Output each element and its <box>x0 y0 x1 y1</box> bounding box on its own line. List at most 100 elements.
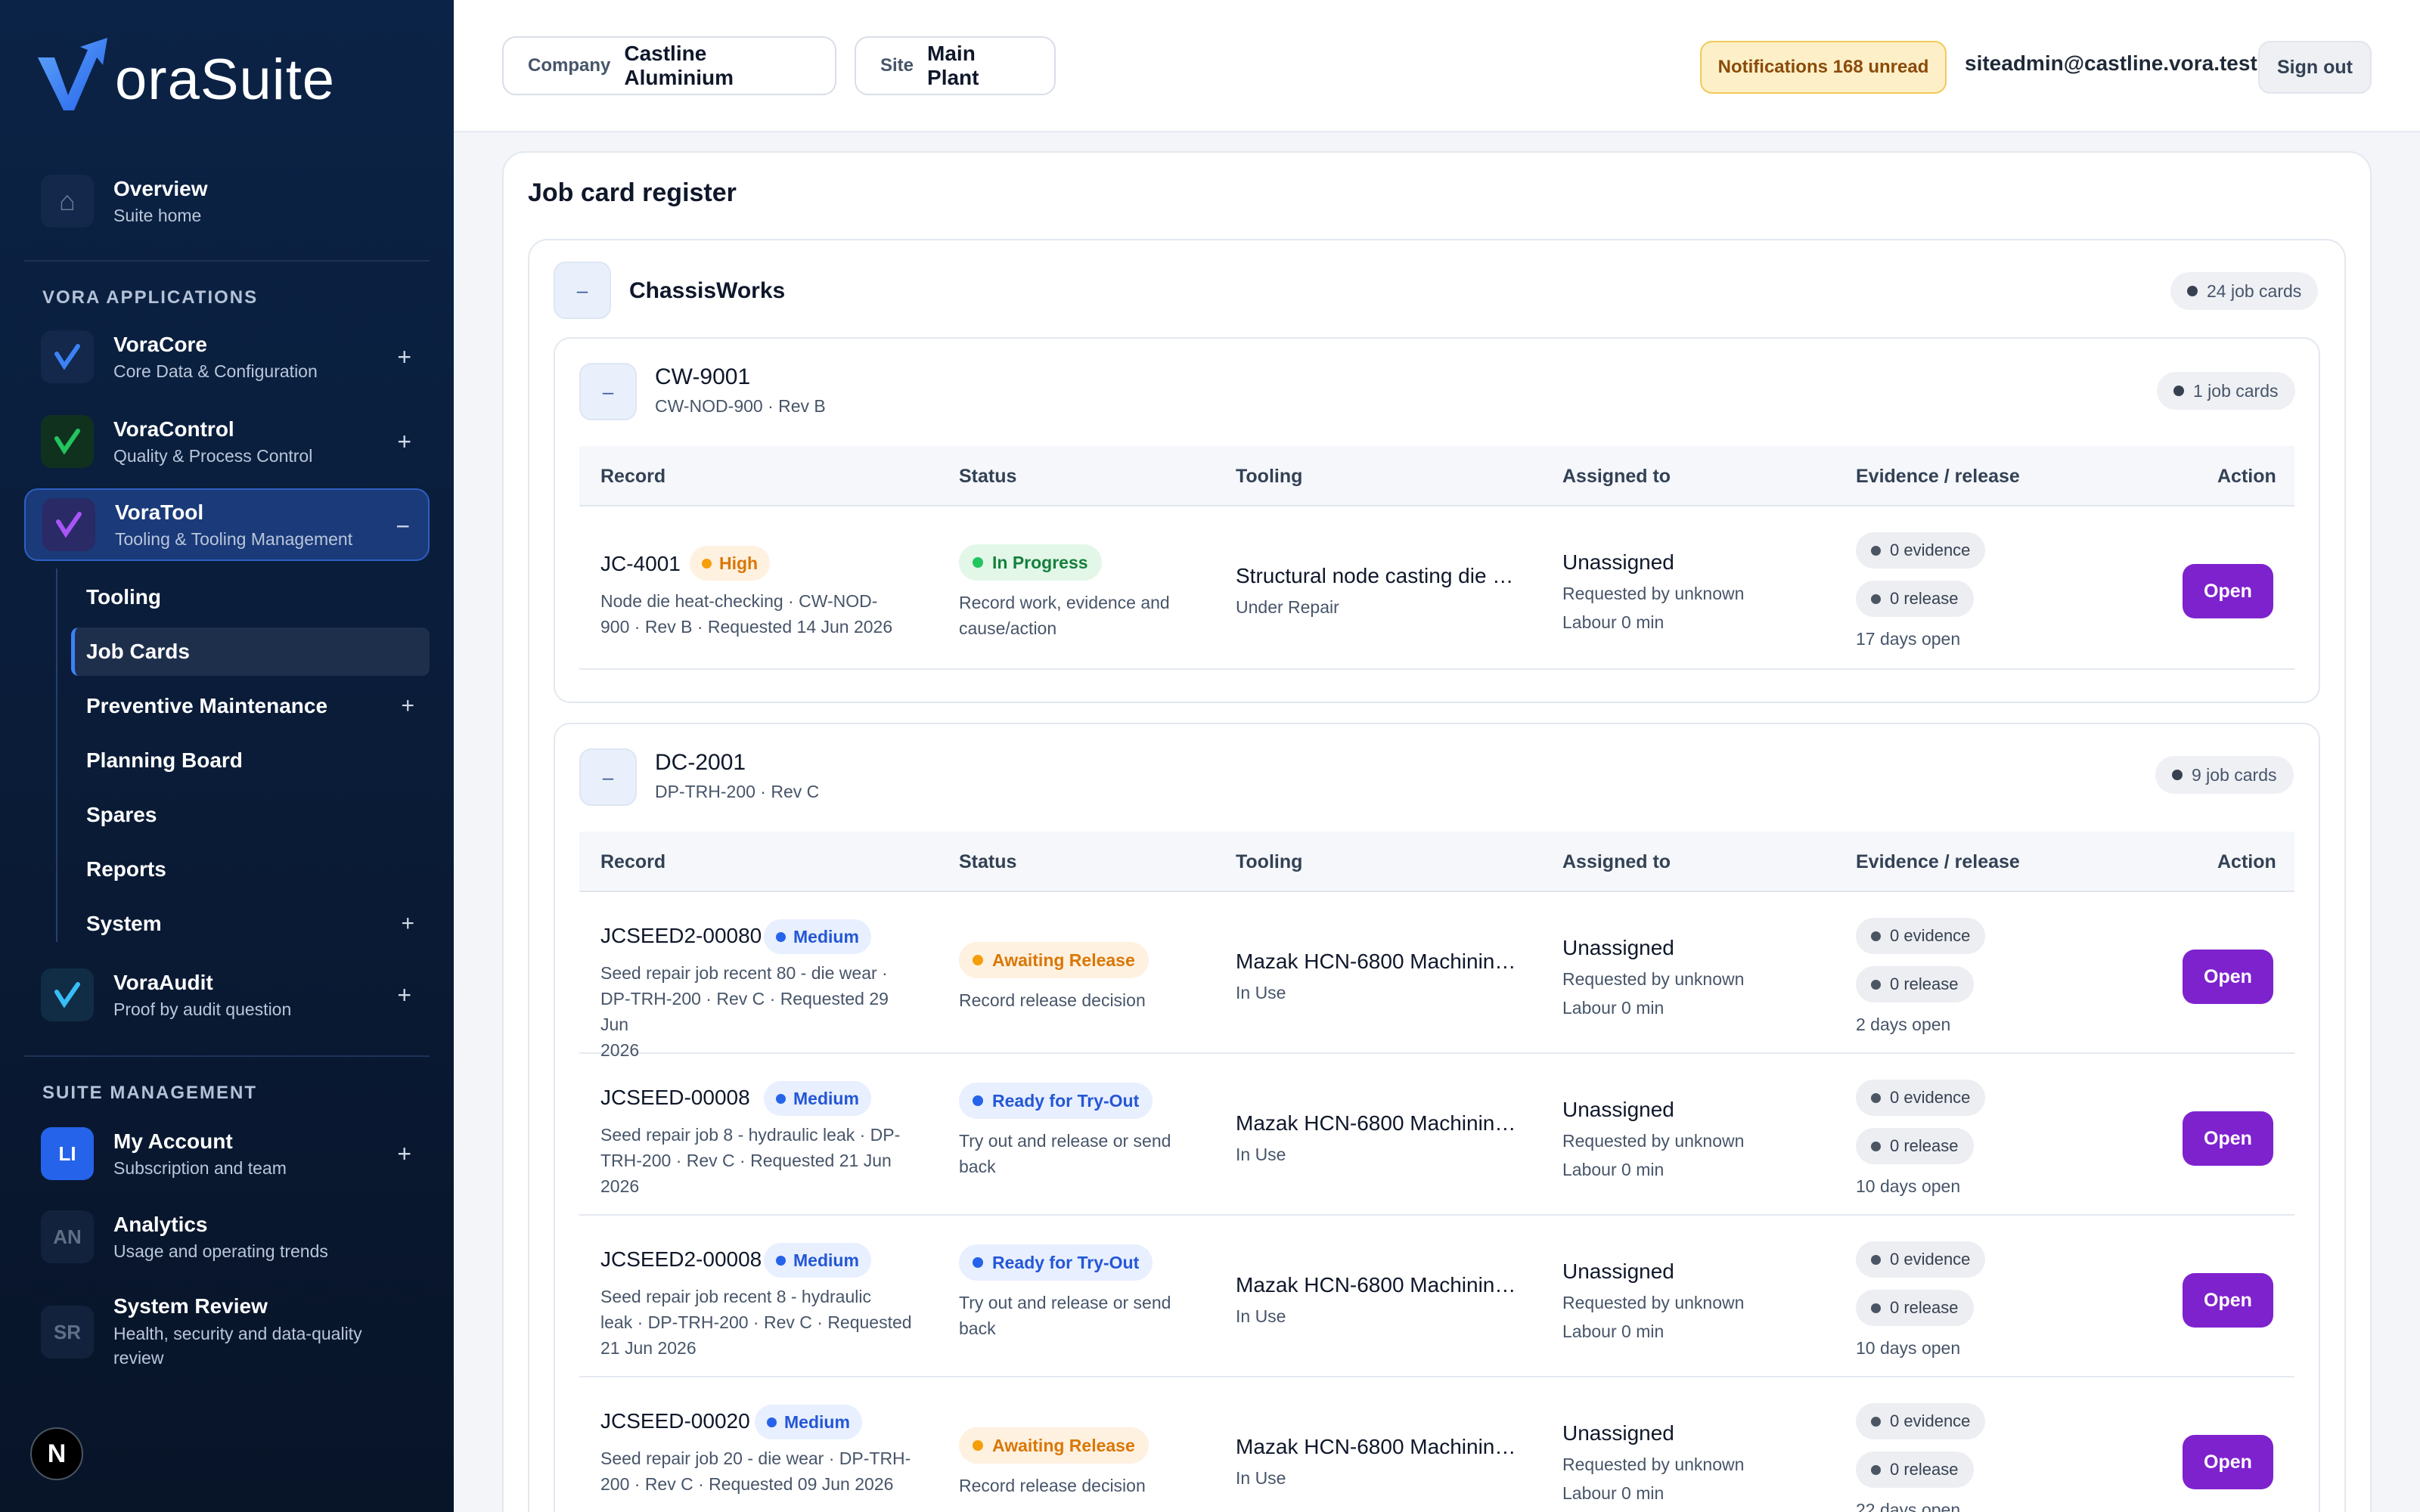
sidebar-item-planning-board[interactable]: Planning Board <box>71 736 430 785</box>
tooling-name[interactable]: Mazak HCN-6800 Machinin… <box>1236 1273 1523 1297</box>
record-description: Seed repair job 8 - hydraulic leak · DP-… <box>600 1122 918 1199</box>
evidence-dot <box>1871 545 1881 556</box>
release-dot <box>1871 979 1881 990</box>
priority-text: Medium <box>784 1411 850 1432</box>
desc-line: Seed repair job recent 8 - hydraulic <box>600 1287 871 1306</box>
next-dev-badge[interactable]: N <box>30 1427 83 1480</box>
sign-out-button[interactable]: Sign out <box>2258 41 2372 94</box>
note-line: back <box>959 1157 996 1176</box>
record-description: Seed repair job recent 8 - hydraulic lea… <box>600 1284 918 1361</box>
tooling-state: In Use <box>1236 1468 1286 1488</box>
desc-line: leak · DP-TRH-200 · Rev C · Requested <box>600 1312 912 1332</box>
vora-logo-mark-icon <box>38 38 107 110</box>
evidence-dot <box>1871 1092 1881 1103</box>
nav-overview[interactable]: ⌂ Overview Suite home <box>24 165 430 237</box>
company-selector[interactable]: Company Castline Aluminium <box>502 36 836 95</box>
section-suite-management: SUITE MANAGEMENT <box>42 1083 257 1103</box>
assigned-to: Unassigned <box>1562 1098 1674 1121</box>
record-id[interactable]: JCSEED-00008 <box>600 1086 750 1110</box>
expand-icon[interactable]: + <box>397 1140 411 1168</box>
days-open: 10 days open <box>1856 1338 1961 1358</box>
priority-badge: Medium <box>764 1243 871 1278</box>
desc-line: 900 · Rev B · Requested 14 Jun 2026 <box>600 617 893 637</box>
collapse-group-button[interactable]: – <box>554 262 611 319</box>
vorasuite-logo[interactable]: oraSuite <box>35 36 335 112</box>
nav-voracore-title: VoraCore <box>113 332 207 356</box>
nav-my-account-title: My Account <box>113 1129 233 1153</box>
count-dot <box>2173 386 2184 396</box>
company-value: Castline Aluminium <box>624 42 734 89</box>
nav-voracore[interactable]: VoraCore Core Data & Configuration + <box>24 321 430 393</box>
tooling-name[interactable]: Mazak HCN-6800 Machinin… <box>1236 950 1523 974</box>
sidebar: oraSuite ⌂ Overview Suite home VORA APPL… <box>0 0 454 1512</box>
expand-icon[interactable]: + <box>401 693 414 719</box>
priority-dot <box>767 1417 777 1427</box>
record-id[interactable]: JCSEED-00020 <box>600 1409 750 1433</box>
expand-icon[interactable]: + <box>397 981 411 1009</box>
sidebar-item-reports[interactable]: Reports <box>71 845 430 894</box>
tooling-name[interactable]: Mazak HCN-6800 Machinin… <box>1236 1111 1523 1136</box>
group-name: ChassisWorks <box>629 278 786 303</box>
expand-icon[interactable]: + <box>397 428 411 456</box>
nav-my-account[interactable]: LI My Account Subscription and team + <box>24 1117 430 1190</box>
nav-system-review[interactable]: SR System Review Health, security and da… <box>24 1294 430 1370</box>
assigned-to: Unassigned <box>1562 1259 1674 1283</box>
note-line: Record release decision <box>959 990 1146 1010</box>
labour-time: Labour 0 min <box>1562 1160 1665 1179</box>
desc-line: Seed repair job 20 - die wear · DP-TRH- <box>600 1448 911 1468</box>
release-text: 0 release <box>1890 974 1959 993</box>
site-selector[interactable]: Site Main Plant <box>855 36 1056 95</box>
assigned-to: Unassigned <box>1562 550 1674 574</box>
nav-voraaudit[interactable]: VoraAudit Proof by audit question + <box>24 959 430 1031</box>
nav-voratool[interactable]: VoraTool Tooling & Tooling Management − <box>24 488 430 561</box>
collapse-die-button[interactable]: – <box>579 748 637 806</box>
voracontrol-check-icon <box>41 415 94 468</box>
nav-analytics[interactable]: AN Analytics Usage and operating trends <box>24 1201 430 1273</box>
open-button[interactable]: Open <box>2183 950 2273 1004</box>
record-id[interactable]: JCSEED2-00080 <box>600 924 762 948</box>
status-dot <box>973 1257 983 1268</box>
priority-dot <box>702 558 712 569</box>
status-note: Try out and release or send back <box>959 1290 1208 1341</box>
evidence-text: 0 evidence <box>1890 1250 1971 1269</box>
labour-time: Labour 0 min <box>1562 1483 1665 1503</box>
sidebar-item-job-cards[interactable]: Job Cards <box>71 627 430 676</box>
nav-voracore-subtitle: Core Data & Configuration <box>113 361 318 381</box>
open-button[interactable]: Open <box>2183 1435 2273 1489</box>
evidence-text: 0 evidence <box>1890 541 1971 559</box>
priority-dot <box>776 1093 786 1104</box>
open-button[interactable]: Open <box>2183 564 2273 618</box>
tooling-state: In Use <box>1236 1145 1286 1164</box>
sidebar-item-preventive-maintenance[interactable]: Preventive Maintenance + <box>71 682 430 730</box>
status-dot <box>973 1440 983 1451</box>
sidebar-item-spares[interactable]: Spares <box>71 791 430 839</box>
open-button[interactable]: Open <box>2183 1111 2273 1166</box>
sidebar-item-tooling[interactable]: Tooling <box>71 573 430 621</box>
expand-icon[interactable]: + <box>397 343 411 371</box>
nav-voratool-title: VoraTool <box>115 500 204 524</box>
release-text: 0 release <box>1890 1460 1959 1479</box>
col-action: Action <box>2217 466 2276 487</box>
record-id[interactable]: JCSEED2-00008 <box>600 1247 762 1272</box>
notifications-button[interactable]: Notifications 168 unread <box>1700 41 1947 94</box>
collapse-icon[interactable]: − <box>396 513 410 541</box>
sidebar-divider <box>24 1055 430 1057</box>
col-record: Record <box>600 466 666 487</box>
priority-text: Medium <box>793 926 859 947</box>
submenu-guide-line <box>56 569 57 942</box>
col-assigned: Assigned to <box>1562 851 1671 872</box>
sidebar-item-system[interactable]: System + <box>71 900 430 948</box>
status-badge: Awaiting Release <box>959 1427 1149 1464</box>
expand-icon[interactable]: + <box>401 911 414 937</box>
collapse-die-button[interactable]: – <box>579 363 637 420</box>
tooling-name[interactable]: Structural node casting die … <box>1236 564 1523 588</box>
evidence-dot <box>1871 1416 1881 1427</box>
nav-voratool-subtitle: Tooling & Tooling Management <box>115 528 353 549</box>
release-dot <box>1871 593 1881 604</box>
open-button[interactable]: Open <box>2183 1273 2273 1328</box>
nav-voracontrol[interactable]: VoraControl Quality & Process Control + <box>24 405 430 478</box>
tooling-name[interactable]: Mazak HCN-6800 Machinin… <box>1236 1435 1523 1459</box>
record-id[interactable]: JC-4001 <box>600 552 681 576</box>
status-text: Ready for Try-Out <box>992 1252 1140 1272</box>
evidence-dot <box>1871 1254 1881 1265</box>
